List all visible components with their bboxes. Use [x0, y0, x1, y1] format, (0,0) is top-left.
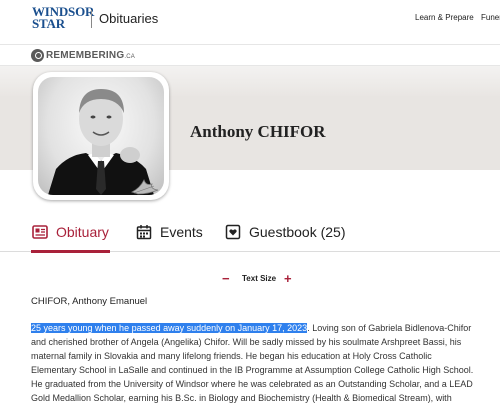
- obituary-icon: [32, 225, 48, 239]
- tab-obituary[interactable]: Obituary: [32, 220, 109, 244]
- selected-text: 25 years young when he passed away sudde…: [31, 323, 308, 333]
- guestbook-icon: [225, 224, 241, 240]
- calendar-icon: [136, 225, 152, 240]
- maple-leaf-icon: [130, 178, 159, 195]
- remembering-suffix: .CA: [124, 54, 135, 60]
- obituary-full-name: CHIFOR, Anthony Emanuel: [31, 296, 148, 307]
- site-header: WINDSOR STAR Obituaries Learn & Prepare …: [0, 0, 500, 38]
- obituary-tabs: Obituary Events Guestbook (25): [0, 212, 500, 253]
- remembering-brand-text: REMEMBERING: [46, 50, 125, 61]
- tab-events[interactable]: Events: [136, 220, 203, 244]
- active-tab-indicator: [31, 250, 110, 253]
- remembering-bar: REMEMBERING.CA: [0, 44, 500, 66]
- decrease-text-size-button[interactable]: −: [222, 272, 230, 285]
- increase-text-size-button[interactable]: +: [284, 272, 292, 285]
- text-size-label: Text Size: [242, 274, 277, 283]
- obituary-line: and cherished brother of Angela (Angelik…: [31, 337, 462, 347]
- obituary-line: Gold Medallion Scholar, earning his B.Sc…: [31, 393, 452, 403]
- header-divider: [91, 10, 92, 28]
- obituary-line: Elementary School in LaSalle and continu…: [31, 365, 474, 375]
- tab-guestbook[interactable]: Guestbook (25): [225, 220, 346, 244]
- text-size-control: − Text Size +: [0, 272, 500, 287]
- nav-learn-prepare[interactable]: Learn & Prepare: [415, 13, 474, 22]
- windsor-star-logo[interactable]: WINDSOR STAR: [32, 5, 94, 31]
- obituary-line: 25 years young when he passed away sudde…: [31, 321, 493, 335]
- deceased-name: Anthony CHIFOR: [190, 122, 326, 141]
- section-title[interactable]: Obituaries: [99, 11, 158, 26]
- obituary-text: 25 years young when he passed away sudde…: [31, 321, 493, 403]
- obituary-line-rest: . Loving son of Gabriela Bidlenova-Chifo…: [307, 323, 472, 333]
- nav-funeral[interactable]: Funera: [481, 13, 500, 22]
- obituary-line: maternal family in Slovakia and many lif…: [31, 351, 432, 361]
- tab-guestbook-label: Guestbook (25): [249, 224, 346, 240]
- logo-line-2: STAR: [32, 16, 65, 31]
- remembering-brand[interactable]: REMEMBERING.CA: [46, 50, 135, 61]
- tab-events-label: Events: [160, 224, 203, 240]
- obituary-line: He graduated from the University of Wind…: [31, 379, 473, 389]
- tab-obituary-label: Obituary: [56, 224, 109, 240]
- remembering-logo-icon: [31, 49, 44, 62]
